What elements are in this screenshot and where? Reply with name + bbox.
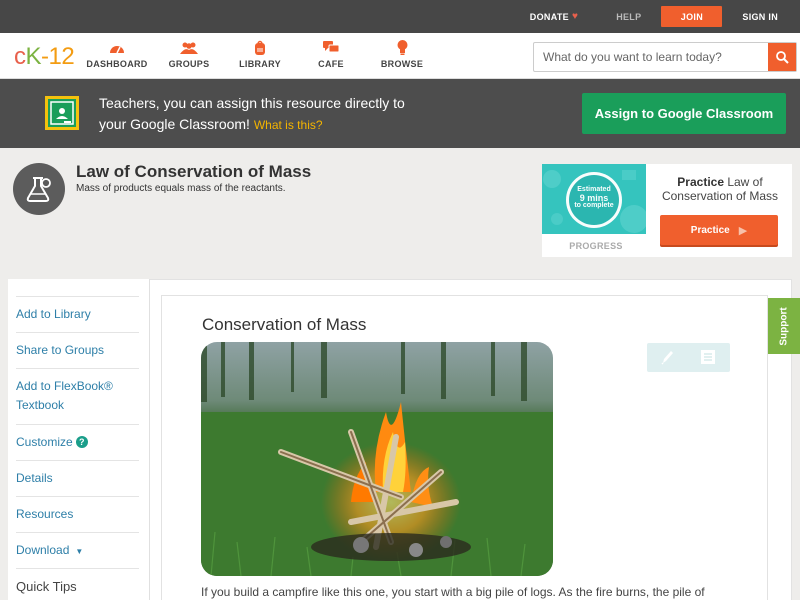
sidebar-customize[interactable]: Customize? bbox=[16, 424, 139, 452]
search-button[interactable] bbox=[768, 43, 796, 71]
search-icon bbox=[775, 50, 789, 64]
sidebar-add-to-flexbook[interactable]: Add to FlexBook® Textbook bbox=[16, 368, 139, 423]
sidebar-quick-tips[interactable]: Quick Tips bbox=[16, 568, 139, 596]
progress-label: PROGRESS bbox=[569, 241, 623, 251]
notes-icon[interactable] bbox=[701, 350, 715, 369]
nav-groups[interactable]: GROUPS bbox=[154, 39, 224, 69]
help-link[interactable]: HELP bbox=[616, 0, 641, 33]
sidebar-download[interactable]: Download ▼ bbox=[16, 532, 139, 561]
support-tab[interactable]: Support bbox=[768, 298, 800, 354]
practice-card: Estimated 9 mins to complete PROGRESS Pr… bbox=[542, 164, 792, 257]
progress-graphic: Estimated 9 mins to complete bbox=[542, 164, 646, 234]
search-box bbox=[533, 42, 797, 72]
chat-bubbles-icon bbox=[296, 39, 366, 56]
main-nav: cK-12 DASHBOARD GROUPS LIBRARY CAFE BROW… bbox=[0, 33, 800, 79]
lightbulb-icon bbox=[367, 39, 437, 56]
nav-dashboard[interactable]: DASHBOARD bbox=[82, 39, 152, 69]
pencil-icon[interactable] bbox=[660, 349, 674, 370]
assign-to-google-classroom-button[interactable]: Assign to Google Classroom bbox=[582, 93, 786, 134]
help-question-icon[interactable]: ? bbox=[75, 436, 88, 448]
top-utility-bar: DONATE ♥ HELP JOIN SIGN IN bbox=[0, 0, 800, 33]
chevron-right-icon: ▶ bbox=[738, 224, 748, 237]
what-is-this-link[interactable]: What is this? bbox=[254, 118, 323, 132]
practice-button[interactable]: Practice ▶ bbox=[660, 215, 778, 245]
sign-in-link[interactable]: SIGN IN bbox=[742, 0, 778, 33]
nav-cafe[interactable]: CAFE bbox=[296, 39, 366, 69]
google-classroom-icon bbox=[45, 96, 79, 130]
sidebar-share-to-groups[interactable]: Share to Groups bbox=[16, 332, 139, 360]
lesson-body-text: If you build a campfire like this one, y… bbox=[201, 585, 705, 599]
page-title: Law of Conservation of Mass bbox=[76, 162, 312, 181]
chemistry-flask-icon bbox=[13, 163, 65, 215]
join-button[interactable]: JOIN bbox=[661, 6, 723, 27]
caret-down-icon: ▼ bbox=[75, 547, 84, 556]
sidebar-details[interactable]: Details bbox=[16, 460, 139, 488]
concept-sidebar: Add to Library Share to Groups Add to Fl… bbox=[8, 279, 150, 600]
donate-link[interactable]: DONATE ♥ bbox=[530, 0, 578, 33]
nav-library[interactable]: LIBRARY bbox=[225, 39, 295, 69]
banner-message: Teachers, you can assign this resource d… bbox=[99, 95, 405, 132]
lesson-tools bbox=[647, 343, 730, 372]
page-subtitle: Mass of products equals mass of the reac… bbox=[76, 183, 286, 194]
gauge-icon bbox=[82, 39, 152, 56]
sidebar-add-to-library[interactable]: Add to Library bbox=[16, 296, 139, 324]
people-icon bbox=[154, 39, 224, 56]
campfire-photo bbox=[201, 342, 553, 576]
lesson-heading: Conservation of Mass bbox=[202, 315, 367, 334]
backpack-icon bbox=[225, 39, 295, 56]
progress-ring: Estimated 9 mins to complete bbox=[566, 172, 622, 228]
practice-title: Practice Law of Conservation of Mass bbox=[661, 175, 779, 203]
search-input[interactable] bbox=[534, 43, 768, 71]
ck12-logo[interactable]: cK-12 bbox=[14, 43, 75, 71]
nav-browse[interactable]: BROWSE bbox=[367, 39, 437, 69]
heart-icon: ♥ bbox=[571, 11, 579, 22]
sidebar-resources[interactable]: Resources bbox=[16, 496, 139, 524]
